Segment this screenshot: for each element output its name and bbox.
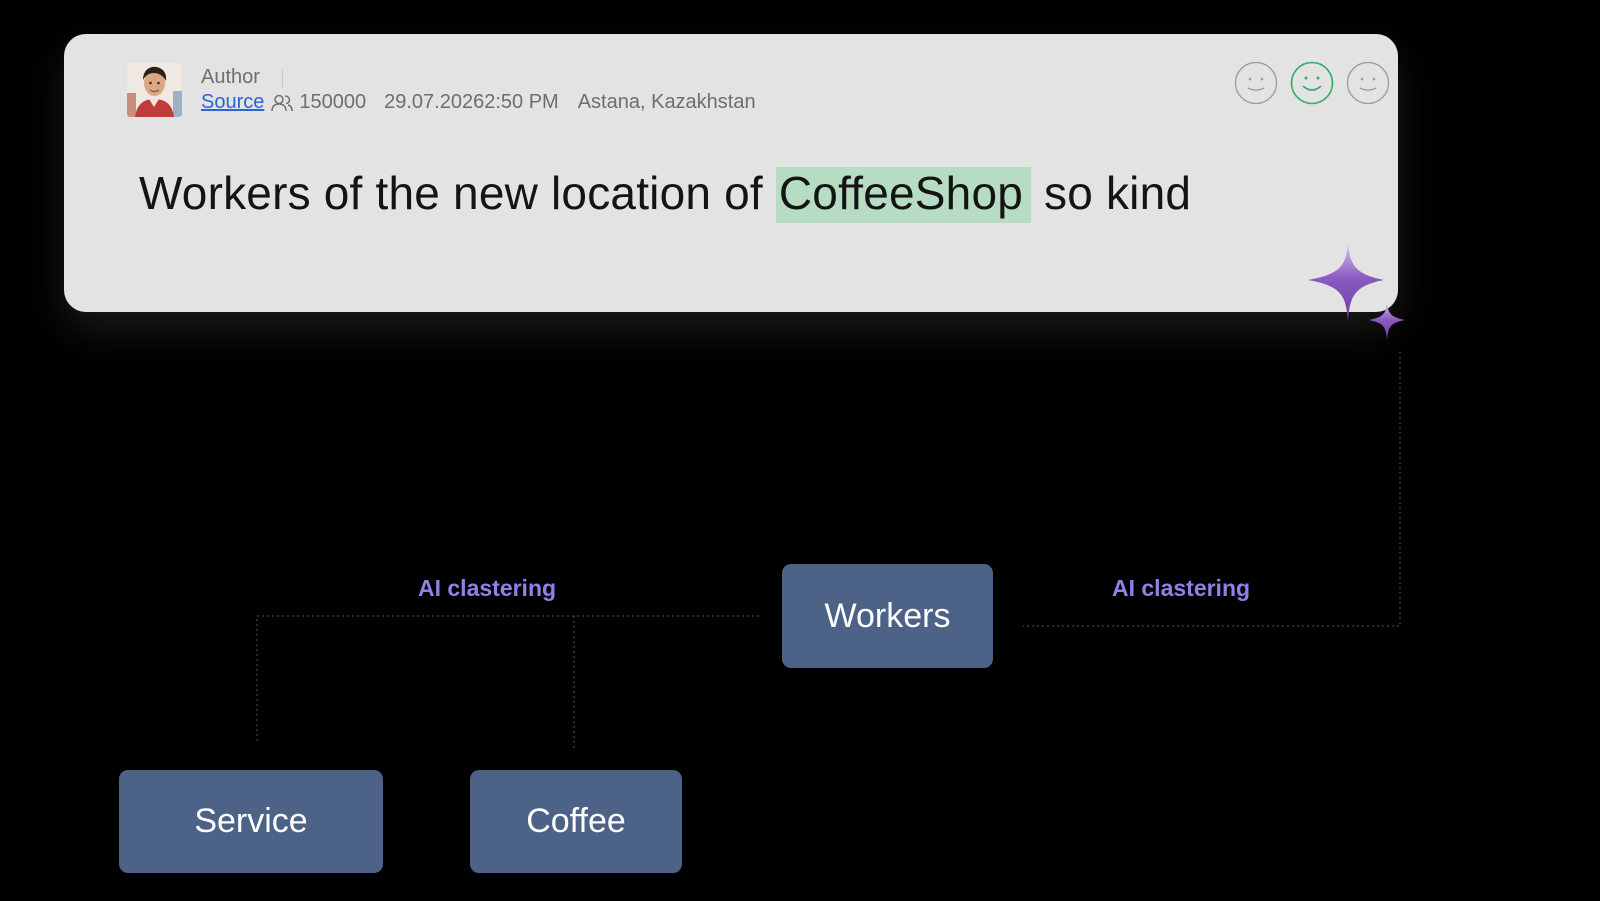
ai-clustering-label-left: AI clastering <box>418 575 557 601</box>
connector-workers-to-service <box>256 615 759 743</box>
cluster-node-workers[interactable]: Workers <box>782 564 993 668</box>
ai-clustering-label-right: AI clastering <box>1112 575 1251 601</box>
cluster-node-coffee[interactable]: Coffee <box>470 770 682 873</box>
cluster-connectors <box>256 352 1401 750</box>
cluster-node-service[interactable]: Service <box>119 770 383 873</box>
